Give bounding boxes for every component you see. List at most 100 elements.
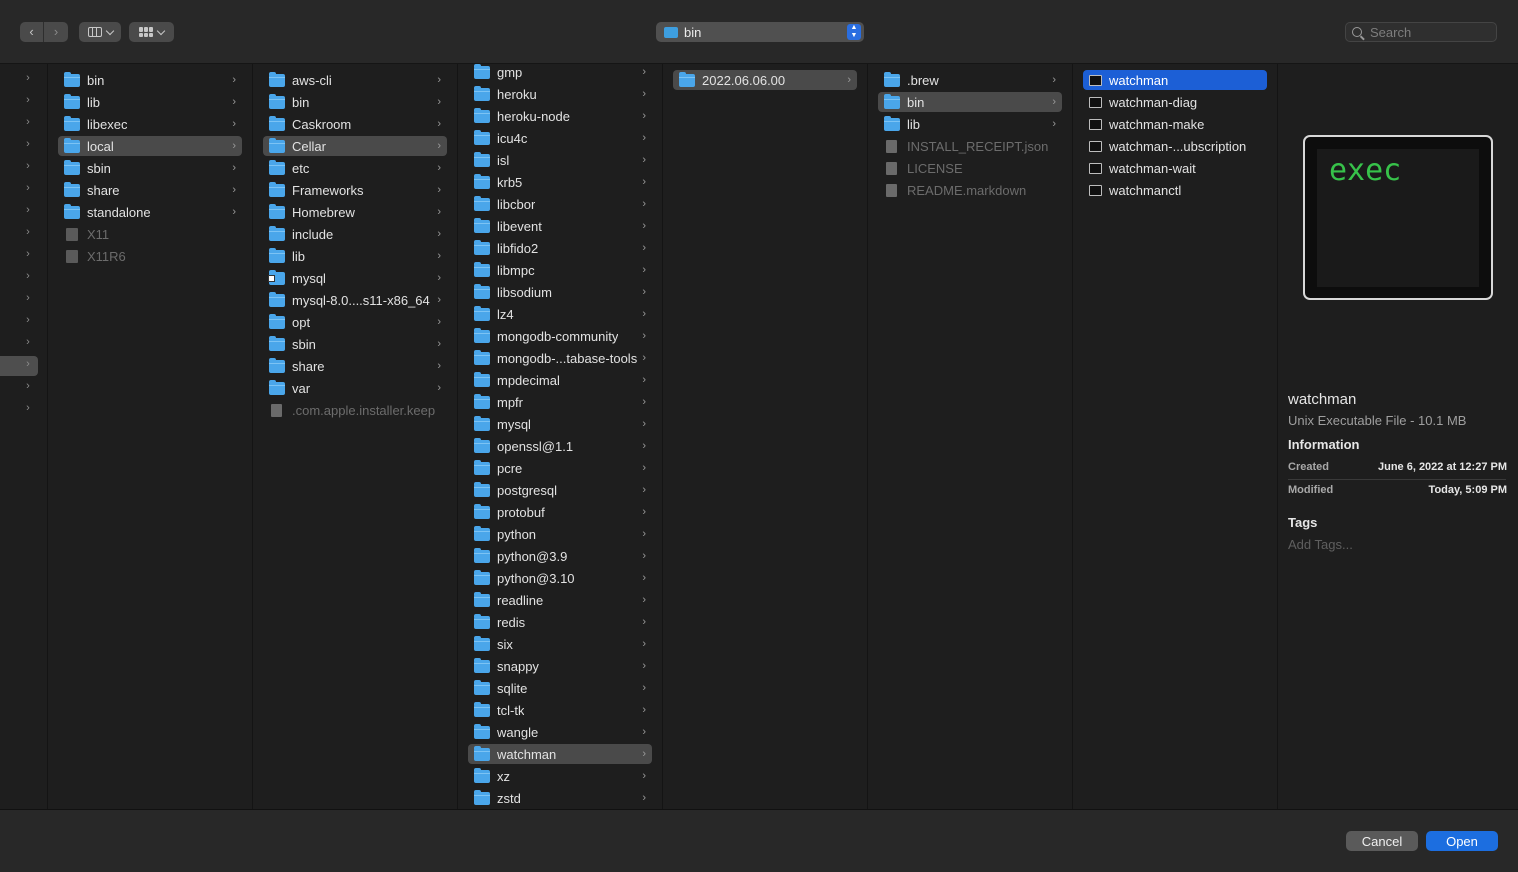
item-name: lib [907,116,921,132]
list-item[interactable]: sqlite › [468,678,652,698]
folder-icon [269,137,285,153]
list-item[interactable]: redis › [468,612,652,632]
column-watchman: 2022.06.06.00 › [663,64,868,809]
list-item[interactable]: mpfr › [468,392,652,412]
list-item[interactable]: include › [263,224,447,244]
list-item[interactable]: libsodium › [468,282,652,302]
list-item[interactable]: watchman-...ubscription [1083,136,1267,156]
list-item[interactable]: xz › [468,766,652,786]
item-name: mysql [497,416,531,432]
list-item[interactable]: python › [468,524,652,544]
list-item[interactable]: aws-cli › [263,70,447,90]
chevron-right-icon: › [437,96,441,108]
view-mode-button[interactable] [79,22,121,42]
list-item[interactable]: etc › [263,158,447,178]
list-item[interactable]: pcre › [468,458,652,478]
list-item[interactable]: openssl@1.1 › [468,436,652,456]
cancel-button[interactable]: Cancel [1346,831,1418,851]
list-item[interactable]: bin › [263,92,447,112]
list-item[interactable]: isl › [468,150,652,170]
item-name: libmpc [497,262,535,278]
group-by-button[interactable] [129,22,174,42]
list-item[interactable]: lib › [58,92,242,112]
list-item[interactable]: LICENSE [878,158,1062,178]
list-item[interactable]: lib › [878,114,1062,134]
list-item[interactable]: .com.apple.installer.keep [263,400,447,420]
list-item[interactable]: watchman-wait [1083,158,1267,178]
folder-icon [269,379,285,395]
list-item[interactable]: mongodb-community › [468,326,652,346]
preview-pane: exec watchman Unix Executable File - 10.… [1278,64,1518,809]
list-item[interactable]: .brew › [878,70,1062,90]
forward-button[interactable]: › [44,22,68,42]
list-item[interactable]: standalone › [58,202,242,222]
list-item[interactable]: libevent › [468,216,652,236]
list-item[interactable]: mpdecimal › [468,370,652,390]
alias-icon [66,227,78,241]
list-item[interactable]: postgresql › [468,480,652,500]
list-item[interactable]: protobuf › [468,502,652,522]
list-item[interactable]: INSTALL_RECEIPT.json [878,136,1062,156]
chevron-right-icon: › [642,792,646,804]
list-item[interactable]: watchman-make [1083,114,1267,134]
list-item[interactable]: mysql-8.0....s11-x86_64 › [263,290,447,310]
list-item[interactable]: sbin › [58,158,242,178]
list-item[interactable]: heroku › [468,84,652,104]
open-button[interactable]: Open [1426,831,1498,851]
chevron-right-icon: › [26,116,30,128]
list-item[interactable]: libfido2 › [468,238,652,258]
list-item[interactable]: watchmanctl [1083,180,1267,200]
list-item[interactable]: opt › [263,312,447,332]
list-item[interactable]: gmp › [468,64,652,82]
list-item[interactable]: python@3.9 › [468,546,652,566]
list-item[interactable]: icu4c › [468,128,652,148]
list-item[interactable]: sbin › [263,334,447,354]
list-item[interactable]: tcl-tk › [468,700,652,720]
folder-icon [474,591,490,607]
list-item[interactable]: mysql › [263,268,447,288]
list-item[interactable]: mysql › [468,414,652,434]
list-item[interactable]: var › [263,378,447,398]
list-item[interactable]: heroku-node › [468,106,652,126]
executable-icon [1089,162,1102,174]
list-item[interactable]: six › [468,634,652,654]
list-item[interactable]: Cellar › [263,136,447,156]
list-item[interactable]: README.markdown [878,180,1062,200]
chevron-right-icon: › [642,198,646,210]
created-label: Created [1288,461,1329,473]
list-item[interactable]: bin › [878,92,1062,112]
back-button[interactable]: ‹ [20,22,44,42]
list-item[interactable]: Frameworks › [263,180,447,200]
list-item[interactable]: python@3.10 › [468,568,652,588]
list-item[interactable]: libexec › [58,114,242,134]
location-popup[interactable]: bin ▲ ▼ [656,22,864,42]
search-input[interactable] [1370,24,1480,40]
item-name: python [497,526,537,542]
list-item[interactable]: lib › [263,246,447,266]
list-item[interactable]: snappy › [468,656,652,676]
list-item[interactable]: Caskroom › [263,114,447,134]
list-item[interactable]: X11R6 [58,246,242,266]
list-item[interactable]: watchman › [468,744,652,764]
list-item[interactable]: libmpc › [468,260,652,280]
list-item[interactable]: zstd › [468,788,652,808]
list-item[interactable]: krb5 › [468,172,652,192]
list-item[interactable]: share › [58,180,242,200]
search-field[interactable] [1345,22,1497,42]
list-item[interactable]: Homebrew › [263,202,447,222]
list-item[interactable]: watchman-diag [1083,92,1267,112]
list-item[interactable]: share › [263,356,447,376]
chevron-left-icon: ‹ [29,24,34,39]
grid-view-icon [139,27,153,37]
list-item[interactable]: 2022.06.06.00 › [673,70,857,90]
list-item[interactable]: mongodb-...tabase-tools › [468,348,652,368]
list-item[interactable]: X11 [58,224,242,244]
list-item[interactable]: local › [58,136,242,156]
list-item[interactable]: watchman [1083,70,1267,90]
list-item[interactable]: libcbor › [468,194,652,214]
add-tags-field[interactable]: Add Tags... [1288,537,1353,552]
list-item[interactable]: bin › [58,70,242,90]
list-item[interactable]: wangle › [468,722,652,742]
list-item[interactable]: readline › [468,590,652,610]
list-item[interactable]: lz4 › [468,304,652,324]
